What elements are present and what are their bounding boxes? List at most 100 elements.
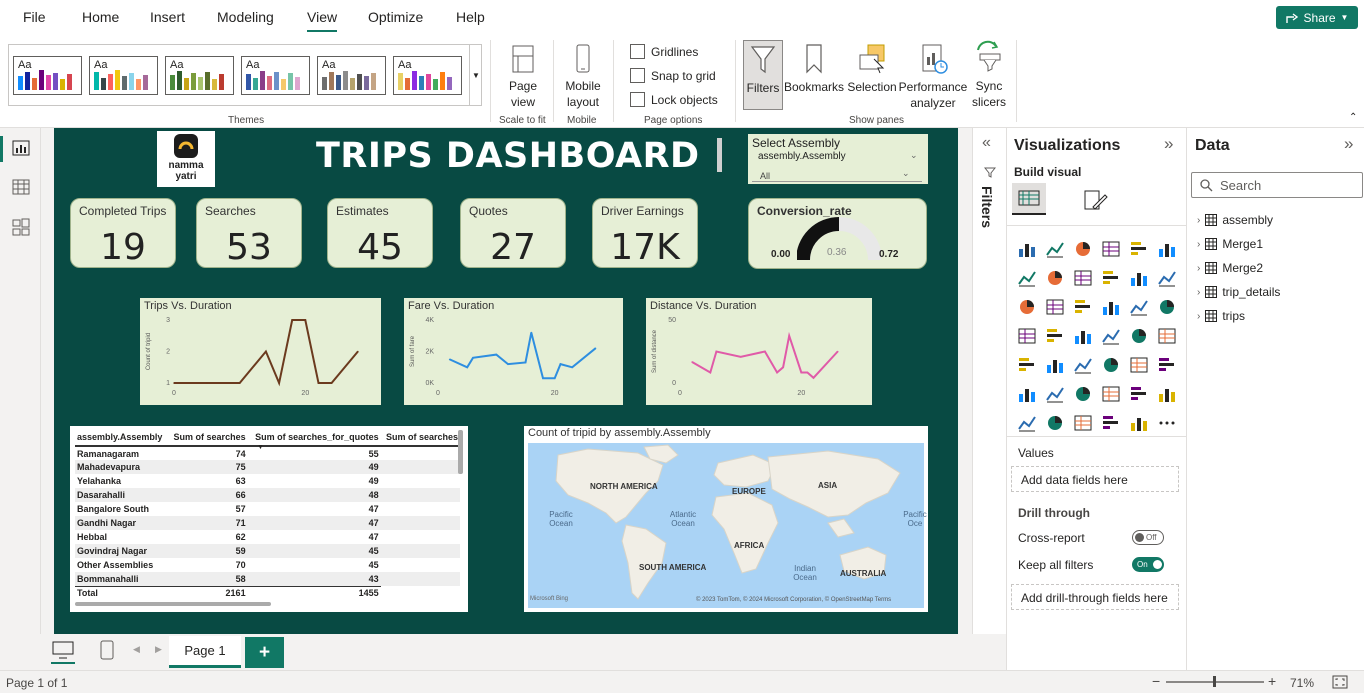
vertical-scrollbar[interactable]	[458, 430, 463, 474]
visual-type-icon[interactable]	[1128, 354, 1150, 376]
prev-page-icon[interactable]: ◀	[133, 644, 140, 655]
filters-pane-collapsed[interactable]: « Filters	[972, 128, 1006, 634]
build-visual-tab[interactable]	[1012, 183, 1046, 215]
lock-objects-checkbox[interactable]: Lock objects	[630, 92, 718, 107]
assembly-table-visual[interactable]: assembly.Assembly Sum of searches Sum of…	[70, 426, 468, 612]
share-button[interactable]: Share ▼	[1276, 6, 1358, 29]
visual-type-icon[interactable]	[1044, 238, 1066, 260]
line-chart-fare-duration[interactable]: Fare Vs. Duration Sum of fare 0K 2K 4K 0 20	[404, 298, 623, 405]
menu-home[interactable]: Home	[82, 9, 119, 25]
assembly-slicer[interactable]: Select Assembly assembly.Assembly ⌄ All …	[748, 134, 928, 184]
zoom-out-button[interactable]: −	[1152, 673, 1160, 689]
collapse-icon[interactable]: »	[1344, 134, 1353, 154]
column-header[interactable]: assembly.Assembly	[75, 429, 169, 447]
visual-type-icon[interactable]	[1100, 412, 1122, 434]
table-row[interactable]: Hebbal 62 47	[75, 530, 460, 544]
visual-type-icon[interactable]	[1156, 354, 1178, 376]
visual-type-icon[interactable]	[1044, 412, 1066, 434]
visual-type-icon[interactable]	[1016, 325, 1038, 347]
page-view-button[interactable]: Page view	[500, 44, 546, 110]
kpi-card-estimates[interactable]: Estimates 45	[327, 198, 433, 268]
filters-pane-button[interactable]: Filters	[743, 40, 783, 110]
drill-through-field-well[interactable]: Add drill-through fields here	[1011, 584, 1179, 610]
visual-type-icon[interactable]	[1100, 296, 1122, 318]
visual-type-icon[interactable]	[1156, 383, 1178, 405]
visual-type-icon[interactable]	[1016, 412, 1038, 434]
kpi-card-searches[interactable]: Searches 53	[196, 198, 302, 268]
selection-pane-button[interactable]: Selection	[846, 43, 898, 95]
visual-type-icon[interactable]	[1016, 267, 1038, 289]
sync-slicers-button[interactable]: Sync slicers	[966, 40, 1012, 110]
map-visual[interactable]: Count of tripid by assembly.Assembly NOR…	[524, 426, 928, 612]
theme-option-5[interactable]: Aa	[317, 56, 386, 95]
table-row[interactable]: Mahadevapura 75 49	[75, 460, 460, 474]
visual-type-icon[interactable]	[1156, 267, 1178, 289]
cross-report-toggle[interactable]: Off	[1132, 530, 1164, 545]
report-view-icon[interactable]	[12, 140, 30, 156]
visual-type-icon[interactable]	[1128, 238, 1150, 260]
visual-type-icon[interactable]	[1016, 354, 1038, 376]
visual-type-icon[interactable]	[1072, 325, 1094, 347]
format-visual-icon[interactable]	[1081, 187, 1109, 215]
data-table-item[interactable]: › Merge1	[1197, 237, 1263, 251]
gauge-card-conversion-rate[interactable]: Conversion_rate 0.00 0.36 0.72	[748, 198, 927, 269]
column-header[interactable]: Sum of searches	[168, 429, 248, 447]
column-header[interactable]: Sum of searches	[380, 429, 460, 447]
line-chart-trips-duration[interactable]: Trips Vs. Duration Count of tripid 1 2 3 0 20	[140, 298, 381, 405]
data-table-item[interactable]: › assembly	[1197, 213, 1273, 227]
kpi-card-driver-earnings[interactable]: Driver Earnings 17K	[592, 198, 698, 268]
visual-type-icon[interactable]	[1044, 267, 1066, 289]
theme-option-4[interactable]: Aa	[241, 56, 310, 95]
zoom-slider-thumb[interactable]	[1213, 676, 1216, 687]
slicer-dropdown[interactable]: All ⌄	[752, 168, 922, 182]
visual-type-icon[interactable]	[1044, 354, 1066, 376]
visual-type-icon[interactable]	[1072, 412, 1094, 434]
table-row[interactable]: Bangalore South 57 47	[75, 502, 460, 516]
visual-type-icon[interactable]	[1156, 325, 1178, 347]
visual-type-icon[interactable]	[1072, 296, 1094, 318]
theme-option-3[interactable]: Aa	[165, 56, 234, 95]
desktop-layout-icon[interactable]	[52, 641, 74, 659]
add-page-button[interactable]: +	[245, 637, 284, 668]
theme-option-6[interactable]: Aa	[393, 56, 462, 95]
horizontal-scrollbar[interactable]	[75, 602, 271, 606]
data-table-item[interactable]: › trips	[1197, 309, 1245, 323]
kpi-card-quotes[interactable]: Quotes 27	[460, 198, 566, 268]
visual-type-icon[interactable]	[1128, 325, 1150, 347]
collapse-ribbon-icon[interactable]: ⌃	[1349, 112, 1357, 123]
table-row[interactable]: Ramanagaram 74 55	[75, 446, 460, 460]
visual-type-icon[interactable]	[1156, 412, 1178, 434]
values-field-well[interactable]: Add data fields here	[1011, 466, 1179, 492]
data-table-item[interactable]: › trip_details	[1197, 285, 1280, 299]
visual-type-icon[interactable]	[1128, 383, 1150, 405]
table-row[interactable]: Dasarahalli 66 48	[75, 488, 460, 502]
visual-type-icon[interactable]	[1100, 354, 1122, 376]
mobile-layout-button[interactable]: Mobile layout	[560, 44, 606, 110]
data-table-item[interactable]: › Merge2	[1197, 261, 1263, 275]
snap-to-grid-checkbox[interactable]: Snap to grid	[630, 68, 716, 83]
visual-type-icon[interactable]	[1100, 325, 1122, 347]
bookmarks-pane-button[interactable]: Bookmarks	[784, 43, 844, 95]
table-row[interactable]: Yelahanka 63 49	[75, 474, 460, 488]
visual-type-icon[interactable]	[1044, 296, 1066, 318]
menu-optimize[interactable]: Optimize	[368, 9, 423, 25]
visual-type-icon[interactable]	[1072, 354, 1094, 376]
visual-type-icon[interactable]	[1156, 238, 1178, 260]
visual-type-icon[interactable]	[1016, 238, 1038, 260]
menu-file[interactable]: File	[23, 9, 46, 25]
visual-type-icon[interactable]	[1072, 383, 1094, 405]
menu-view[interactable]: View	[307, 9, 338, 32]
table-row[interactable]: Bommanahalli 58 43	[75, 572, 460, 586]
fit-to-page-icon[interactable]	[1332, 675, 1348, 689]
visual-type-icon[interactable]	[1044, 383, 1066, 405]
visual-type-icon[interactable]	[1128, 296, 1150, 318]
visual-type-icon[interactable]	[1100, 383, 1122, 405]
visual-type-icon[interactable]	[1128, 412, 1150, 434]
theme-option-2[interactable]: Aa	[89, 56, 158, 95]
visual-type-icon[interactable]	[1072, 267, 1094, 289]
visual-type-icon[interactable]	[1016, 296, 1038, 318]
visual-type-icon[interactable]	[1016, 383, 1038, 405]
table-view-icon[interactable]	[12, 179, 30, 195]
mobile-layout-icon[interactable]	[100, 640, 114, 660]
theme-option-1[interactable]: Aa	[13, 56, 82, 95]
